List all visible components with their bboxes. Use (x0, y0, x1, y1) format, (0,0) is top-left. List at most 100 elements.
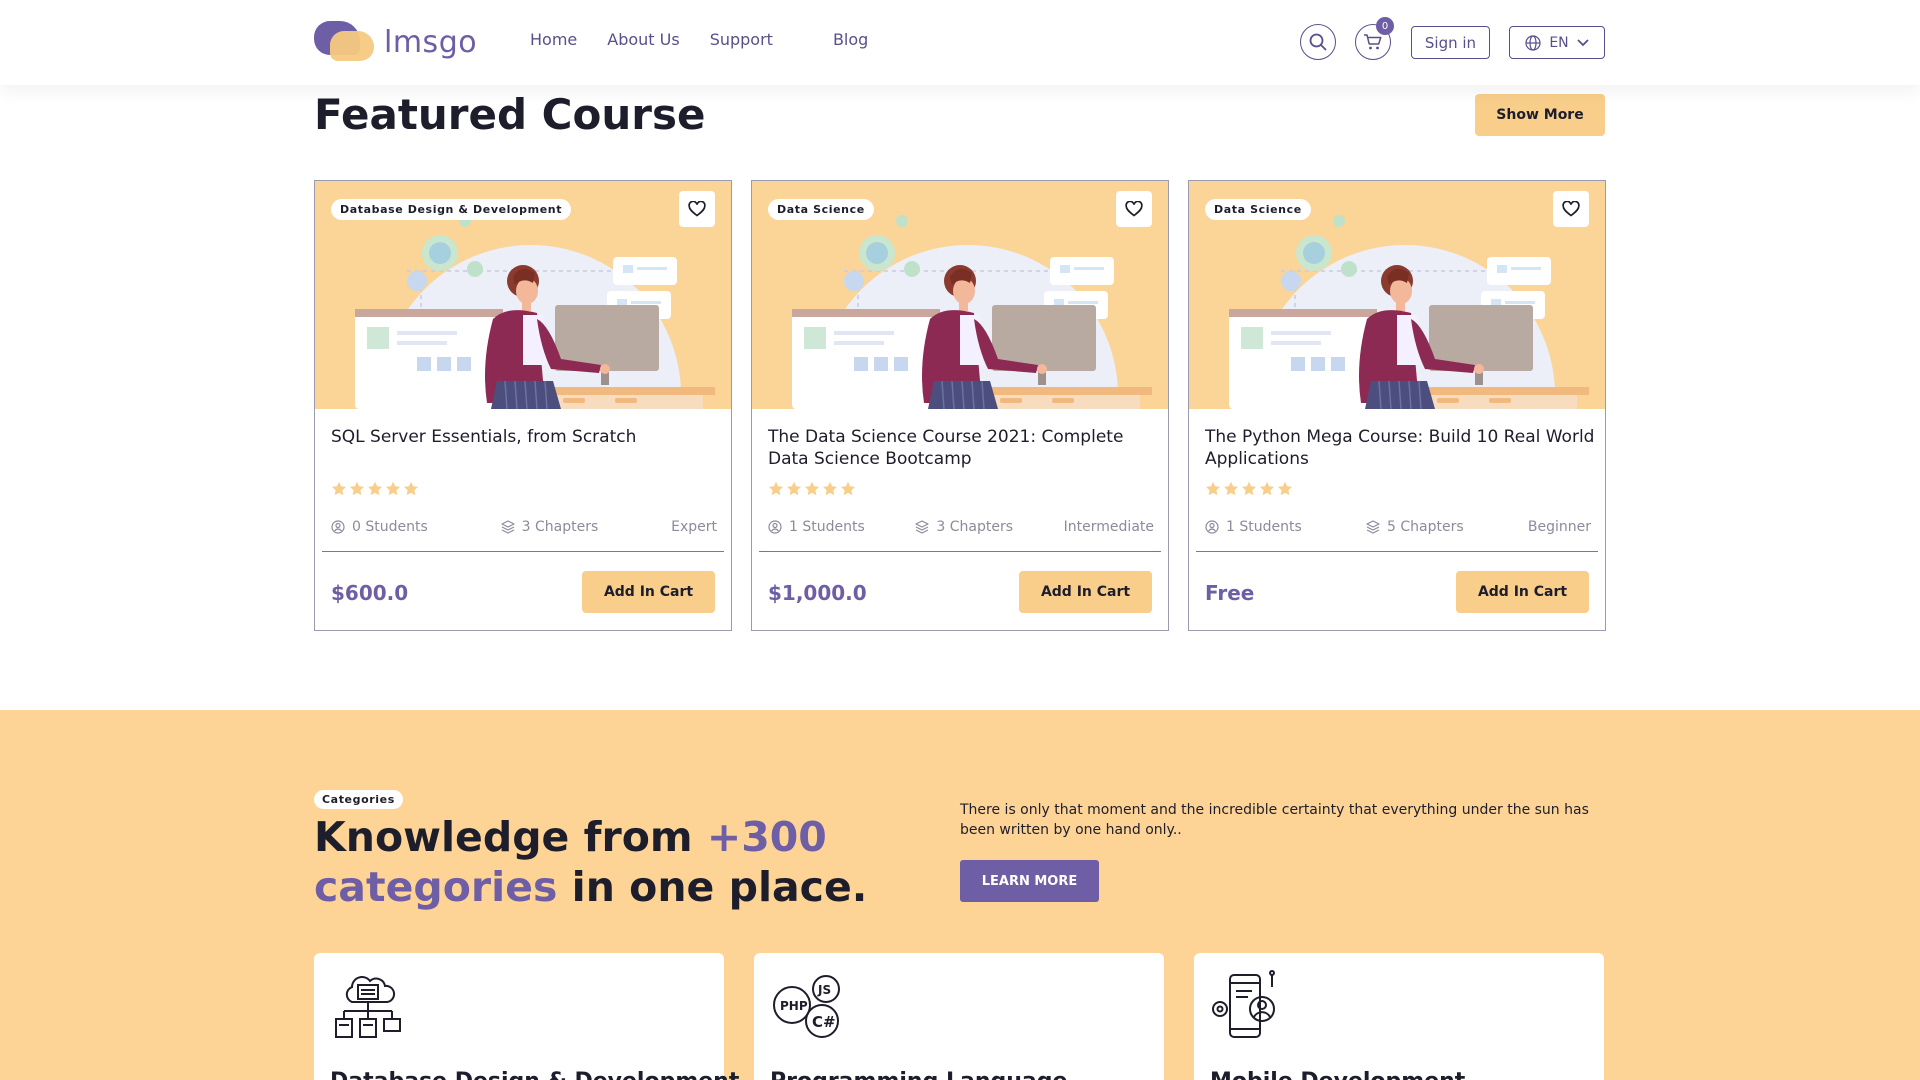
course-title[interactable]: The Python Mega Course: Build 10 Real Wo… (1205, 426, 1595, 470)
heart-icon (1125, 201, 1143, 217)
categories-badge: Categories (314, 790, 403, 809)
course-rating (1205, 481, 1293, 496)
course-category-tag[interactable]: Database Design & Development (331, 199, 572, 220)
add-to-cart-button[interactable]: Add In Cart (1019, 571, 1152, 613)
card-divider (322, 551, 724, 552)
card-divider (1196, 551, 1598, 552)
logo-text: lmsgo (384, 24, 478, 60)
chapters-count: 5 Chapters (1387, 519, 1464, 535)
globe-icon (1525, 34, 1541, 51)
nav-home[interactable]: Home (530, 30, 577, 49)
course-category-tag[interactable]: Data Science (768, 199, 874, 220)
course-price: $600.0 (331, 581, 409, 605)
star-icon (350, 481, 364, 496)
featured-title: Featured Course (314, 90, 706, 139)
main-nav: Home About Us Support Blog (530, 30, 898, 49)
category-card[interactable]: Mobile Development (1194, 953, 1604, 1080)
star-icon (1206, 481, 1220, 496)
cart-icon (1364, 34, 1382, 50)
categories-section: Categories Knowledge from +300 categories… (0, 710, 1920, 1080)
logo[interactable]: lmsgo (314, 21, 477, 63)
wishlist-button[interactable] (1116, 191, 1152, 227)
star-icon (841, 481, 855, 496)
course-level: Beginner (1527, 519, 1591, 535)
course-card[interactable]: Data Science The Data Science Course 202… (751, 180, 1169, 631)
students-count: 1 Students (1226, 519, 1302, 535)
wishlist-button[interactable] (1553, 191, 1589, 227)
course-card[interactable]: Data Science The Python Mega Course: Bui… (1188, 180, 1606, 631)
course-title[interactable]: The Data Science Course 2021: Complete D… (768, 426, 1158, 470)
star-icon (1242, 481, 1256, 496)
signin-button[interactable]: Sign in (1411, 26, 1490, 59)
course-level: Expert (671, 519, 717, 535)
students-count: 1 Students (789, 519, 865, 535)
star-icon (769, 481, 783, 496)
chapters-count: 3 Chapters (936, 519, 1014, 535)
search-button[interactable] (1300, 24, 1336, 60)
nav-support[interactable]: Support (710, 30, 773, 49)
course-meta: 1 Students 5 Chapters Beginner (1205, 519, 1591, 535)
category-card[interactable]: Database Design & Development (314, 953, 739, 1080)
heart-icon (1562, 201, 1580, 217)
search-icon (1309, 33, 1327, 51)
star-icon (787, 481, 801, 496)
course-card[interactable]: Database Design & Development SQL Server… (314, 180, 732, 631)
chevron-down-icon (1577, 38, 1589, 46)
show-more-button[interactable]: Show More (1475, 94, 1605, 136)
categories-description: There is only that moment and the incred… (960, 802, 1589, 838)
category-name: Mobile Development (1210, 1069, 1465, 1080)
cart-button[interactable]: 0 (1355, 17, 1394, 60)
course-level: Intermediate (1063, 519, 1154, 535)
cart-count-badge: 0 (1376, 17, 1394, 35)
star-icon (823, 481, 837, 496)
code-languages-icon: PHP JS C# (773, 975, 840, 1038)
user-icon (331, 520, 345, 534)
chapters-count: 3 Chapters (521, 519, 599, 535)
star-icon (1260, 481, 1274, 496)
star-icon (368, 481, 382, 496)
card-divider (759, 551, 1161, 552)
user-icon (768, 520, 782, 534)
wishlist-button[interactable] (679, 191, 715, 227)
database-network-icon (335, 976, 401, 1038)
user-icon (1205, 520, 1219, 534)
language-label: EN (1549, 34, 1569, 51)
star-icon (404, 481, 418, 496)
course-price: $1,000.0 (768, 581, 867, 605)
layers-icon (501, 520, 515, 534)
heading-accent-1: +300 (706, 813, 827, 861)
star-icon (332, 481, 346, 496)
categories-heading: Knowledge from +300 categories in one pla… (314, 812, 874, 912)
language-select[interactable]: EN (1509, 26, 1605, 59)
category-card[interactable]: PHP JS C# Programming Language (754, 953, 1164, 1080)
site-header: lmsgo Home About Us Support Blog 0 Sign … (0, 0, 1920, 85)
category-name: Programming Language (770, 1069, 1067, 1080)
course-category-tag[interactable]: Data Science (1205, 199, 1311, 220)
layers-icon (1366, 520, 1380, 534)
nav-blog[interactable]: Blog (833, 30, 868, 49)
category-name: Database Design & Development (330, 1069, 739, 1080)
svg-text:C#: C# (812, 1013, 836, 1031)
nav-about-us[interactable]: About Us (607, 30, 679, 49)
add-to-cart-button[interactable]: Add In Cart (1456, 571, 1589, 613)
layers-icon (915, 520, 930, 534)
star-icon (1278, 481, 1292, 496)
logo-mark-icon (314, 21, 376, 63)
add-to-cart-button[interactable]: Add In Cart (582, 571, 715, 613)
star-icon (1224, 481, 1238, 496)
heading-accent-2: categories (314, 863, 558, 911)
svg-text:PHP: PHP (780, 999, 808, 1013)
learn-more-button[interactable]: LEARN MORE (960, 860, 1099, 902)
star-icon (805, 481, 819, 496)
course-rating (768, 481, 856, 496)
course-price: Free (1205, 581, 1255, 605)
heading-text-2: in one place. (557, 863, 868, 911)
star-icon (386, 481, 400, 496)
heart-icon (688, 201, 706, 217)
course-meta: 1 Students 3 Chapters Intermediate (768, 519, 1154, 535)
heading-text-1: Knowledge from (314, 813, 707, 861)
svg-text:JS: JS (817, 983, 831, 997)
mobile-development-icon (1212, 970, 1275, 1038)
course-title[interactable]: SQL Server Essentials, from Scratch (331, 426, 721, 448)
course-rating (331, 481, 419, 496)
